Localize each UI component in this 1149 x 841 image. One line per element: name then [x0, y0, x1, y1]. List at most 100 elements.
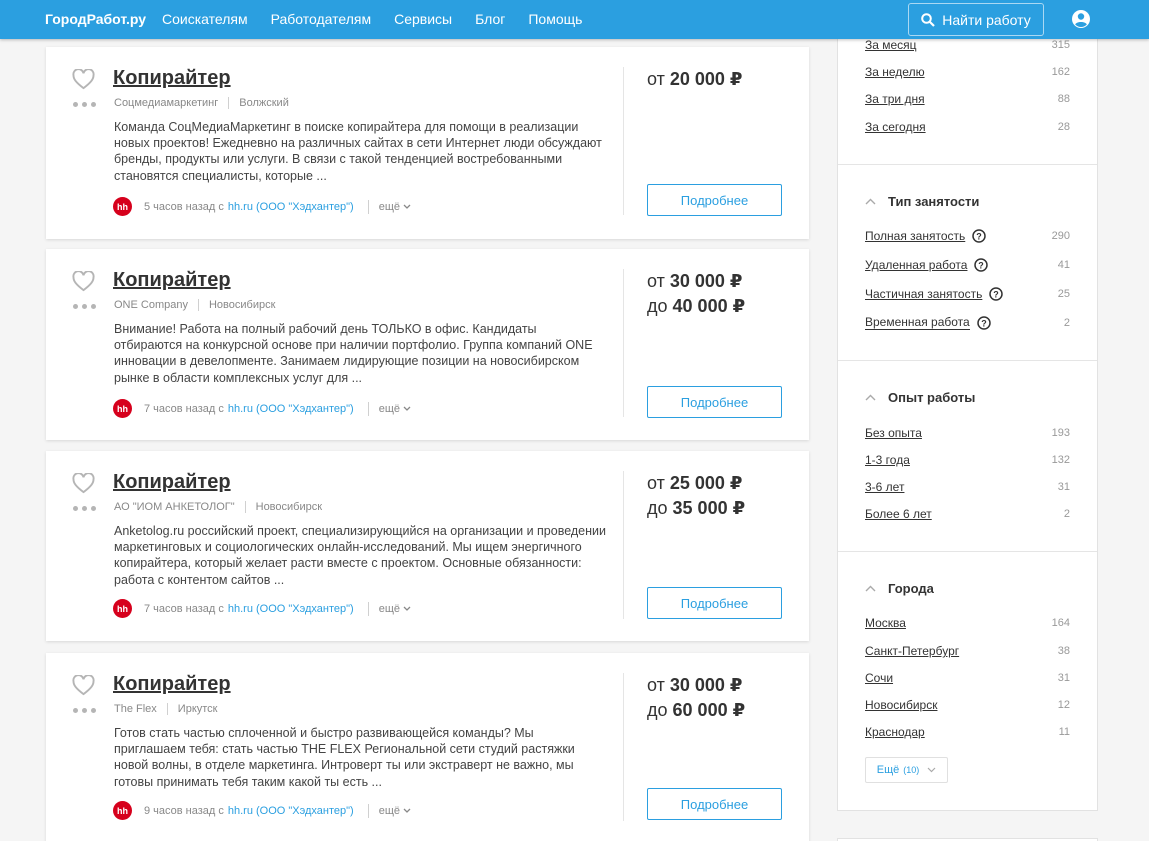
more-label: ещё	[378, 200, 401, 213]
job-source: hh 7 часов назад с hh.ru (ООО "Хэдхантер…	[113, 399, 411, 418]
filter-experience-6-plus[interactable]: Более 6 лет 2	[865, 507, 1070, 521]
filter-experience-none[interactable]: Без опыта 193	[865, 426, 1070, 440]
job-title-link[interactable]: Копирайтер	[113, 673, 231, 696]
help-icon[interactable]: ?	[989, 287, 1004, 301]
filter-count: 31	[1057, 481, 1070, 493]
posted-time: 7 часов назад с	[144, 602, 224, 615]
chevron-down-icon	[403, 406, 411, 411]
favorite-heart-icon[interactable]	[72, 271, 95, 292]
nav-link-jobseekers[interactable]: Соискателям	[162, 11, 248, 27]
favorite-heart-icon[interactable]	[72, 473, 95, 494]
job-description: Команда СоцМедиаМаркетинг в поиске копир…	[114, 120, 602, 183]
more-options-icon[interactable]	[73, 708, 96, 713]
filter-city-krasnodar[interactable]: Краснодар 11	[865, 725, 1070, 739]
filter-period-week[interactable]: За неделю 162	[865, 65, 1070, 79]
more-options-icon[interactable]	[73, 506, 96, 511]
filters-sidebar: За месяц 315 За неделю 162 За три дня 88 За…	[837, 0, 1098, 811]
salary-from: 30 000 ₽	[669, 271, 743, 291]
details-button[interactable]: Подробнее	[647, 184, 782, 216]
job-city: Новосибирск	[255, 501, 323, 513]
more-options-icon[interactable]	[73, 304, 96, 309]
more-options-icon[interactable]	[73, 102, 96, 107]
site-logo[interactable]: ГородРабот.ру	[45, 11, 146, 27]
source-link[interactable]: hh.ru (ООО "Хэдхантер")	[228, 403, 354, 415]
salary: от 30 000 ₽ до 60 000 ₽	[647, 673, 745, 723]
filter-city-spb[interactable]: Санкт-Петербург 38	[865, 644, 1070, 658]
filter-experience-3-6[interactable]: 3-6 лет 31	[865, 480, 1070, 494]
nav-link-blog[interactable]: Блог	[475, 11, 505, 27]
filter-experience-1-3[interactable]: 1-3 года 132	[865, 453, 1070, 467]
filter-period-three-days[interactable]: За три дня 88	[865, 92, 1070, 106]
filter-section-employment[interactable]: Тип занятости	[865, 194, 979, 209]
hh-logo-icon: hh	[113, 399, 132, 418]
chevron-down-icon	[403, 204, 411, 209]
nav-link-help[interactable]: Помощь	[528, 11, 582, 27]
job-meta: ONE Company Новосибирск	[114, 299, 275, 311]
more-dropdown[interactable]: ещё	[379, 603, 411, 615]
more-dropdown[interactable]: ещё	[379, 805, 411, 817]
job-title-link[interactable]: Копирайтер	[113, 67, 231, 90]
more-label: ещё	[378, 602, 401, 615]
filter-employment-remote[interactable]: Удаленная работа? 41	[865, 258, 1070, 272]
filter-count: 162	[1051, 66, 1070, 78]
job-card: Копирайтер АО "ИОМ АНКЕТОЛОГ" Новосибирск…	[46, 451, 809, 641]
job-description: Внимание! Работа на полный рабочий день …	[114, 322, 593, 385]
svg-text:?: ?	[994, 289, 1000, 299]
nav-link-services[interactable]: Сервисы	[394, 11, 452, 27]
filter-count: 28	[1057, 121, 1070, 133]
filter-label: Новосибирск	[865, 698, 938, 712]
filter-period-today[interactable]: За сегодня 28	[865, 120, 1070, 134]
filter-city-novosibirsk[interactable]: Новосибирск 12	[865, 698, 1070, 712]
more-dropdown[interactable]: ещё	[379, 403, 411, 415]
posted-time: 5 часов назад с	[144, 200, 224, 213]
favorite-heart-icon[interactable]	[72, 675, 95, 696]
find-job-label: Найти работу	[942, 11, 1031, 28]
user-account-icon[interactable]	[1071, 9, 1091, 29]
filter-employment-part-time[interactable]: Частичная занятость? 25	[865, 287, 1070, 301]
filter-employment-temporary[interactable]: Временная работа? 2	[865, 315, 1070, 330]
filter-section-experience[interactable]: Опыт работы	[865, 390, 975, 405]
filter-label: 1-3 года	[865, 453, 910, 467]
source-link[interactable]: hh.ru (ООО "Хэдхантер")	[228, 201, 354, 213]
filter-label: За неделю	[865, 65, 925, 79]
details-button[interactable]: Подробнее	[647, 587, 782, 619]
show-more-cities-button[interactable]: Ещё (10)	[865, 757, 948, 783]
source-link[interactable]: hh.ru (ООО "Хэдхантер")	[228, 603, 354, 615]
filter-count: 193	[1051, 427, 1070, 439]
show-more-count: (10)	[903, 765, 920, 775]
nav-link-employers[interactable]: Работодателям	[271, 11, 372, 27]
favorite-heart-icon[interactable]	[72, 69, 95, 90]
filter-count: 41	[1057, 259, 1070, 271]
salary-to: 35 000 ₽	[672, 498, 746, 518]
filter-count: 2	[1063, 508, 1070, 520]
details-button[interactable]: Подробнее	[647, 788, 782, 820]
company-name: АО "ИОМ АНКЕТОЛОГ"	[114, 501, 235, 513]
help-icon[interactable]: ?	[976, 315, 991, 330]
help-icon[interactable]: ?	[972, 229, 987, 243]
details-button[interactable]: Подробнее	[647, 386, 782, 418]
source-link[interactable]: hh.ru (ООО "Хэдхантер")	[228, 805, 354, 817]
filter-label: Санкт-Петербург	[865, 644, 960, 658]
job-source: hh 7 часов назад с hh.ru (ООО "Хэдхантер…	[113, 599, 411, 618]
salary-to-prefix: до	[647, 296, 668, 316]
filter-count: 12	[1057, 699, 1070, 711]
job-title-link[interactable]: Копирайтер	[113, 269, 231, 292]
more-dropdown[interactable]: ещё	[379, 201, 411, 213]
salary-from-prefix: от	[647, 271, 665, 291]
filter-label: Сочи	[865, 671, 894, 685]
posted-time: 7 часов назад с	[144, 402, 224, 415]
find-job-button[interactable]: Найти работу	[908, 3, 1044, 36]
salary: от 30 000 ₽ до 40 000 ₽	[647, 269, 745, 319]
filter-section-cities[interactable]: Города	[865, 581, 934, 596]
filter-count: 25	[1057, 288, 1070, 300]
help-icon[interactable]: ?	[974, 258, 989, 272]
filter-period-month[interactable]: За месяц 315	[865, 38, 1070, 52]
filter-label: 3-6 лет	[865, 480, 905, 494]
job-title-link[interactable]: Копирайтер	[113, 471, 231, 494]
filter-city-sochi[interactable]: Сочи 31	[865, 671, 1070, 685]
filter-employment-full[interactable]: Полная занятость? 290	[865, 229, 1070, 243]
filter-city-moscow[interactable]: Москва 164	[865, 616, 1070, 630]
job-description: Anketolog.ru российский проект, специали…	[114, 524, 606, 587]
company-name: The Flex	[114, 703, 157, 715]
filter-label: За месяц	[865, 38, 917, 52]
